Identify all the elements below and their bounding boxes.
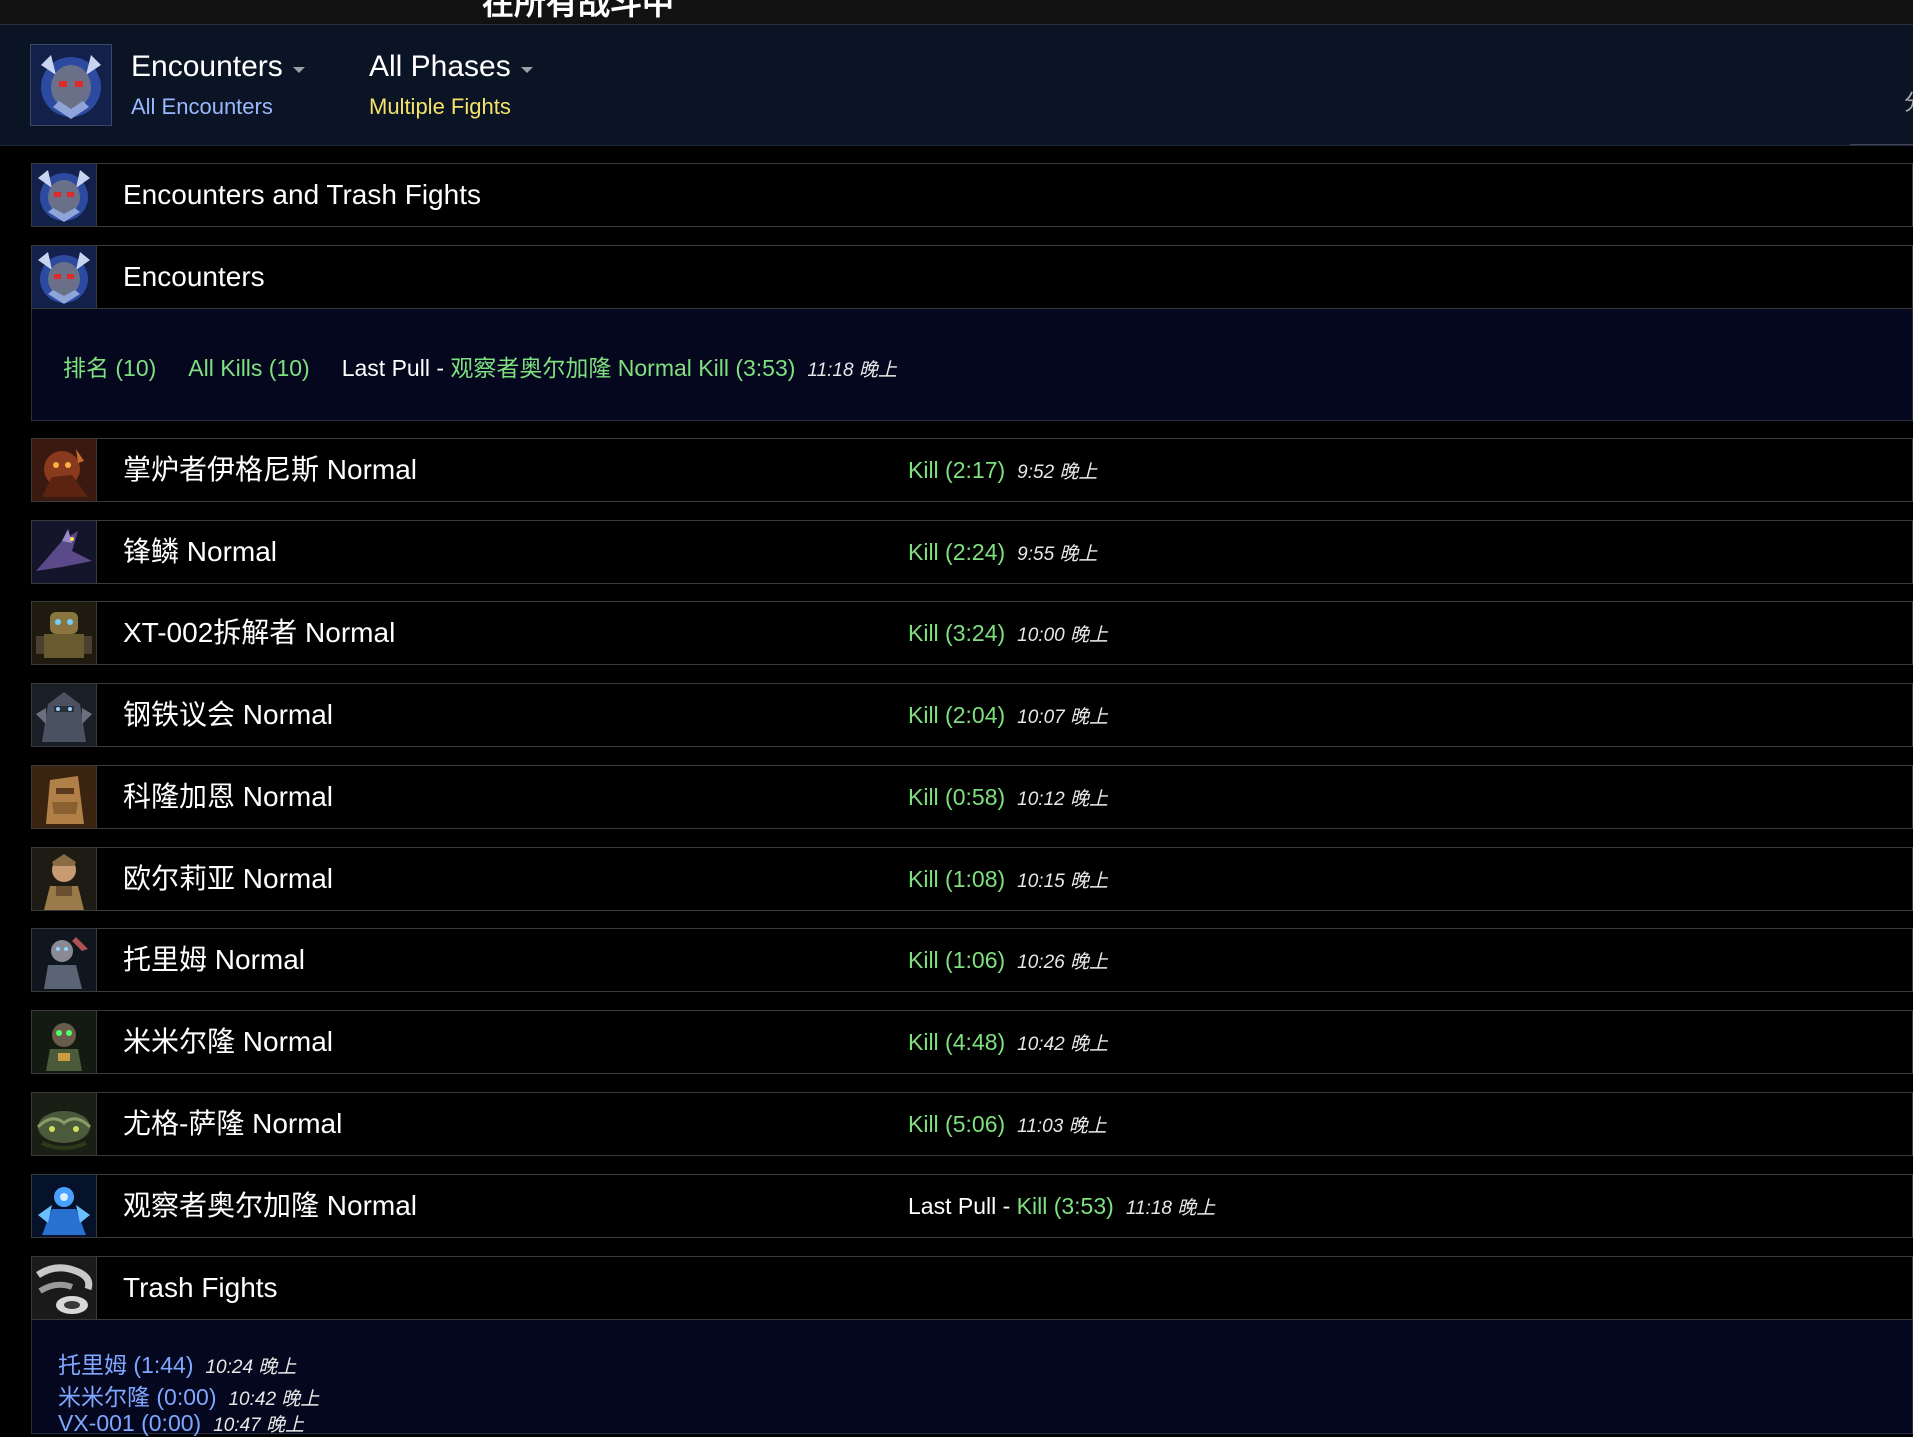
kill-result[interactable]: Kill (1:06) [908,947,1005,973]
raid-icon [32,164,97,226]
encounter-name[interactable]: 托里姆 Normal [123,929,305,991]
phases-dropdown[interactable]: All Phases Multiple Fights [369,50,533,120]
section-title[interactable]: Trash Fights [123,1257,278,1319]
trash-fight-link[interactable]: VX-001 (0:00) [58,1410,201,1436]
kill-result[interactable]: Kill (2:17) [908,457,1005,483]
encounter-name[interactable]: 掌炉者伊格尼斯 Normal [123,439,417,501]
encounters-summary-panel: 排名 (10) All Kills (10) Last Pull - 观察者奥尔加隆… [31,309,1913,421]
fight-time: 10:42 晚上 [1017,1034,1108,1055]
encounter-name[interactable]: 观察者奥尔加隆 Normal [123,1175,417,1237]
encounter-name[interactable]: 科隆加恩 Normal [123,766,333,828]
razorscale-icon [32,521,97,583]
section-title[interactable]: Encounters [123,246,265,308]
last-pull-prefix: Last Pull - [908,1193,1017,1219]
kill-result[interactable]: Kill (5:06) [908,1111,1005,1137]
auriaya-icon [32,848,97,910]
trash-fights-panel: 托里姆 (1:44) 10:24 晚上 米米尔隆 (0:00) 10:42 晚上 V… [31,1320,1913,1437]
kill-result[interactable]: Kill (2:04) [908,702,1005,728]
encounter-row[interactable]: 观察者奥尔加隆 Normal Last Pull - Kill (3:53) 11… [31,1174,1913,1238]
fight-time: 10:26 晚上 [1017,952,1108,973]
kill-result[interactable]: Kill (3:53) [1017,1193,1114,1219]
fight-time: 10:42 晚上 [228,1389,320,1410]
raid-icon [30,44,112,126]
rankings-link[interactable]: 排名 (10) [63,355,156,381]
fight-time: 9:52 晚上 [1017,462,1098,483]
thorim-icon [32,929,97,991]
trash-fight-link[interactable]: 米米尔隆 (0:00) [58,1384,216,1410]
chevron-down-icon[interactable] [520,66,533,73]
last-pull-prefix: Last Pull - [341,355,451,381]
encounter-row[interactable]: 掌炉者伊格尼斯 Normal Kill (2:17) 9:52 晚上 [31,438,1913,502]
report-header: Encounters All Encounters All Phases Mul… [0,25,1913,146]
encounter-row[interactable]: 尤格-萨隆 Normal Kill (5:06) 11:03 晚上 [31,1092,1913,1156]
chevron-down-icon[interactable] [292,66,305,73]
section-trash-fights[interactable]: Trash Fights [31,1256,1913,1320]
encounters-menu-title[interactable]: Encounters [131,50,283,84]
kill-result[interactable]: Kill (4:48) [908,1029,1005,1055]
section-encounters[interactable]: Encounters [31,245,1913,309]
trash-fight-item[interactable]: 托里姆 (1:44) 10:24 晚上 [58,1346,296,1380]
fight-time: 10:15 晚上 [1017,871,1108,892]
fight-time: 11:03 晚上 [1017,1116,1107,1137]
fight-time: 10:00 晚上 [1017,625,1108,646]
encounter-row[interactable]: 托里姆 Normal Kill (1:06) 10:26 晚上 [31,928,1913,992]
phases-menu-subtitle[interactable]: Multiple Fights [369,94,533,120]
encounter-name[interactable]: 欧尔莉亚 Normal [123,848,333,910]
phases-menu-title[interactable]: All Phases [369,50,511,84]
mimiron-icon [32,1011,97,1073]
encounter-row[interactable]: 欧尔莉亚 Normal Kill (1:08) 10:15 晚上 [31,847,1913,911]
edge-cut-text: 分 [1904,85,1913,117]
trash-fight-item[interactable]: 米米尔隆 (0:00) 10:42 晚上 [58,1378,319,1412]
fight-time: 11:18 晚上 [1125,1198,1216,1219]
fight-time: 10:47 晚上 [213,1415,305,1436]
encounter-name[interactable]: 尤格-萨隆 Normal [123,1093,342,1155]
header-underline [1850,144,1913,145]
encounter-row[interactable]: 锋鳞 Normal Kill (2:24) 9:55 晚上 [31,520,1913,584]
fight-time: 10:24 晚上 [205,1357,297,1378]
encounter-name[interactable]: 米米尔隆 Normal [123,1011,333,1073]
fight-time: 10:07 晚上 [1017,707,1108,728]
encounter-name[interactable]: 钢铁议会 Normal [123,684,333,746]
raid-icon [32,246,97,308]
fight-time: 9:55 晚上 [1017,544,1098,565]
kill-result[interactable]: Kill (3:24) [908,620,1005,646]
xt002-icon [32,602,97,664]
section-encounters-and-trash[interactable]: Encounters and Trash Fights [31,163,1913,227]
ignis-icon [32,439,97,501]
top-strip: 在所有战斗中 [0,0,1913,25]
encounter-row[interactable]: 米米尔隆 Normal Kill (4:48) 10:42 晚上 [31,1010,1913,1074]
summary-links: 排名 (10) All Kills (10) Last Pull - 观察者奥尔加隆… [63,349,897,383]
kologarn-icon [32,766,97,828]
encounter-row[interactable]: 科隆加恩 Normal Kill (0:58) 10:12 晚上 [31,765,1913,829]
algalon-icon [32,1175,97,1237]
bones-icon [32,1257,97,1319]
kill-result[interactable]: Kill (0:58) [908,784,1005,810]
kill-result[interactable]: Kill (2:24) [908,539,1005,565]
encounter-row[interactable]: 钢铁议会 Normal Kill (2:04) 10:07 晚上 [31,683,1913,747]
encounter-name[interactable]: XT-002拆解者 Normal [123,602,395,664]
encounter-row[interactable]: XT-002拆解者 Normal Kill (3:24) 10:00 晚上 [31,601,1913,665]
encounter-name[interactable]: 锋鳞 Normal [123,521,277,583]
last-pull-time: 11:18 晚上 [807,360,897,381]
encounters-dropdown[interactable]: Encounters All Encounters [131,50,305,120]
trash-fight-item[interactable]: VX-001 (0:00) 10:47 晚上 [58,1410,304,1437]
kill-result[interactable]: Kill (1:08) [908,866,1005,892]
trash-fight-link[interactable]: 托里姆 (1:44) [58,1352,193,1378]
all-kills-link[interactable]: All Kills (10) [188,355,309,381]
section-title[interactable]: Encounters and Trash Fights [123,164,481,226]
yogg-saron-icon [32,1093,97,1155]
iron-council-icon [32,684,97,746]
encounters-menu-subtitle[interactable]: All Encounters [131,94,305,120]
last-pull-link[interactable]: 观察者奥尔加隆 Normal Kill (3:53) [450,355,795,381]
fight-time: 10:12 晚上 [1017,789,1108,810]
cut-off-title: 在所有战斗中 [482,0,675,21]
